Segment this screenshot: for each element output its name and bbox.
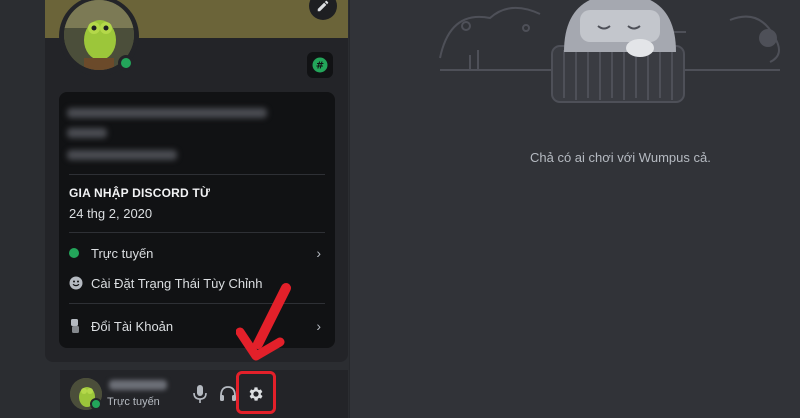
- server-list-column: [0, 0, 45, 418]
- settings-highlight-box: [236, 371, 276, 414]
- hashtag-icon: #: [312, 57, 328, 73]
- microphone-button[interactable]: [188, 382, 212, 406]
- user-status-text: Trực tuyến: [107, 396, 160, 408]
- blurred-username: [67, 108, 267, 118]
- member-since-title: GIA NHẬP DISCORD TỪ: [69, 186, 211, 200]
- chevron-right-icon: ›: [316, 318, 321, 334]
- wumpus-sleeping-illustration: [439, 0, 780, 103]
- join-date: 24 thg 2, 2020: [69, 206, 153, 221]
- blurred-username: [109, 380, 167, 390]
- sidebar-divider: [349, 0, 350, 418]
- red-arrow-icon: [236, 283, 291, 361]
- blurred-bio: [67, 150, 177, 160]
- svg-text:#: #: [316, 61, 324, 72]
- online-status-dot: [90, 398, 102, 410]
- headphones-icon: [220, 386, 236, 401]
- hash-badge[interactable]: #: [307, 52, 333, 78]
- microphone-icon: [193, 385, 207, 403]
- menu-item-online[interactable]: Trực tuyến ›: [69, 241, 325, 265]
- switch-account-icon: [71, 319, 79, 333]
- online-status-dot: [118, 55, 134, 71]
- online-dot-icon: [69, 248, 79, 258]
- empty-state-message: Chả có ai chơi với Wumpus cả.: [530, 150, 711, 165]
- divider: [69, 232, 325, 233]
- blurred-tag: [67, 128, 107, 138]
- user-panel: Trực tuyến: [60, 370, 348, 418]
- pencil-icon: [317, 0, 329, 12]
- divider: [69, 174, 325, 175]
- profile-popout: # GIA NHẬP DISCORD TỪ 24 thg 2, 2020 Trự…: [45, 0, 348, 362]
- smiley-icon: [69, 276, 83, 290]
- chevron-right-icon: ›: [316, 245, 321, 261]
- menu-item-label: Trực tuyến: [91, 245, 154, 261]
